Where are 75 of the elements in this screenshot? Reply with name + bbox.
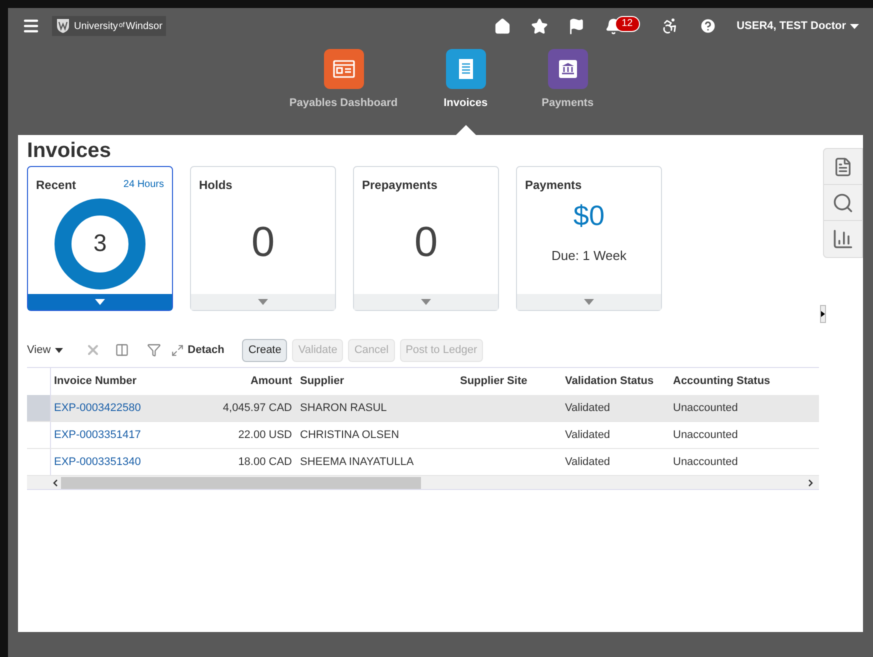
flag-icon[interactable] [568, 18, 585, 34]
table-cell: 18.00 CAD [238, 456, 292, 468]
tile-title: Recent [36, 177, 76, 194]
caret-icon [421, 299, 431, 305]
invoice-link[interactable]: EXP-0003351340 [54, 456, 141, 468]
tile-footer[interactable] [517, 294, 661, 310]
tile-footer[interactable] [354, 294, 498, 310]
table-cell: Validated [565, 456, 610, 468]
column-header[interactable]: Validation Status [561, 373, 669, 390]
column-header[interactable]: Supplier Site [456, 373, 561, 390]
summary-tile[interactable]: Payments $0 Due: 1 Week [516, 166, 662, 311]
invoice-link[interactable]: EXP-0003422580 [54, 402, 141, 414]
home-icon[interactable] [494, 18, 511, 34]
app-launcher[interactable]: Payments [530, 49, 606, 135]
caret-icon [95, 299, 105, 305]
column-header[interactable]: Supplier [296, 373, 456, 390]
caret-icon [584, 299, 594, 305]
tile-note: Due: 1 Week [552, 247, 626, 265]
detach-button[interactable]: Detach [170, 342, 224, 358]
horizontal-scrollbar[interactable] [27, 476, 819, 490]
tile-amount: $0 [573, 202, 605, 230]
table-cell: 4,045.97 CAD [222, 402, 292, 414]
columns-icon[interactable] [114, 343, 129, 357]
table-cell: Unaccounted [673, 456, 738, 468]
tile-count: 3 [93, 229, 107, 259]
star-icon[interactable] [530, 18, 548, 34]
caret-icon [850, 24, 859, 28]
caret-icon [54, 348, 63, 352]
expand-arrow-icon [821, 311, 825, 317]
tile-title: Prepayments [362, 177, 438, 194]
page-title: Invoices [27, 140, 112, 161]
summary-tile[interactable]: Holds 0 [190, 166, 336, 311]
table-row[interactable]: EXP-0003351340 18.00 CAD SHEEMA INAYATULLA Validated Unaccounted [27, 449, 819, 476]
search-icon[interactable] [832, 192, 854, 214]
table-cell: CHRISTINA OLSEN [300, 428, 400, 441]
tile-count: 0 [414, 217, 438, 267]
bar-chart-icon[interactable] [832, 228, 854, 250]
tile-period: 24 Hours [123, 178, 164, 192]
notification-badge: 12 [614, 16, 640, 32]
tile-title: Holds [199, 177, 232, 194]
caret-icon [258, 299, 268, 305]
table-cell: SHARON RASUL [300, 402, 387, 414]
summary-tile[interactable]: Prepayments 0 [353, 166, 499, 311]
column-header[interactable]: Amount [191, 373, 296, 390]
view-menu[interactable]: View [27, 342, 63, 358]
table-row[interactable]: EXP-0003422580 4,045.97 CAD SHARON RASUL Validated Unaccounted [27, 395, 819, 422]
app-launcher[interactable]: Invoices [428, 49, 504, 135]
help-icon[interactable] [698, 17, 717, 35]
summary-tile[interactable]: Recent 24 Hours 3 [27, 166, 173, 311]
document-app-icon [446, 49, 486, 89]
filter-icon[interactable] [146, 343, 161, 357]
bank-app-icon [548, 49, 588, 89]
column-header[interactable]: Accounting Status [669, 373, 781, 390]
toolbar-button[interactable]: Create [242, 338, 288, 362]
table-cell: Validated [565, 428, 610, 441]
menu-icon[interactable] [22, 17, 40, 35]
app-launcher[interactable]: Payables Dashboard [285, 49, 402, 135]
dashboard-app-icon [324, 49, 364, 89]
tile-count: 0 [251, 217, 275, 267]
tile-footer[interactable] [28, 294, 172, 310]
table-cell: Unaccounted [673, 428, 738, 441]
table-cell: SHEEMA INAYATULLA [300, 456, 414, 468]
table-cell: Unaccounted [673, 402, 738, 414]
detach-icon [170, 344, 184, 356]
table-row[interactable]: EXP-0003351417 22.00 USD CHRISTINA OLSEN Validated Unaccounted [27, 422, 819, 449]
table-cell: Validated [565, 402, 610, 414]
user-menu[interactable]: USER4, TEST Doctor [736, 18, 859, 34]
accessibility-icon[interactable] [660, 17, 679, 35]
tile-title: Payments [525, 177, 582, 194]
column-header[interactable]: Invoice Number [51, 373, 191, 390]
invoice-link[interactable]: EXP-0003351417 [54, 428, 141, 441]
document-icon[interactable] [833, 156, 853, 176]
tile-footer[interactable] [191, 294, 335, 310]
table-cell: 22.00 USD [238, 428, 292, 441]
panel-toggle[interactable] [820, 305, 826, 323]
